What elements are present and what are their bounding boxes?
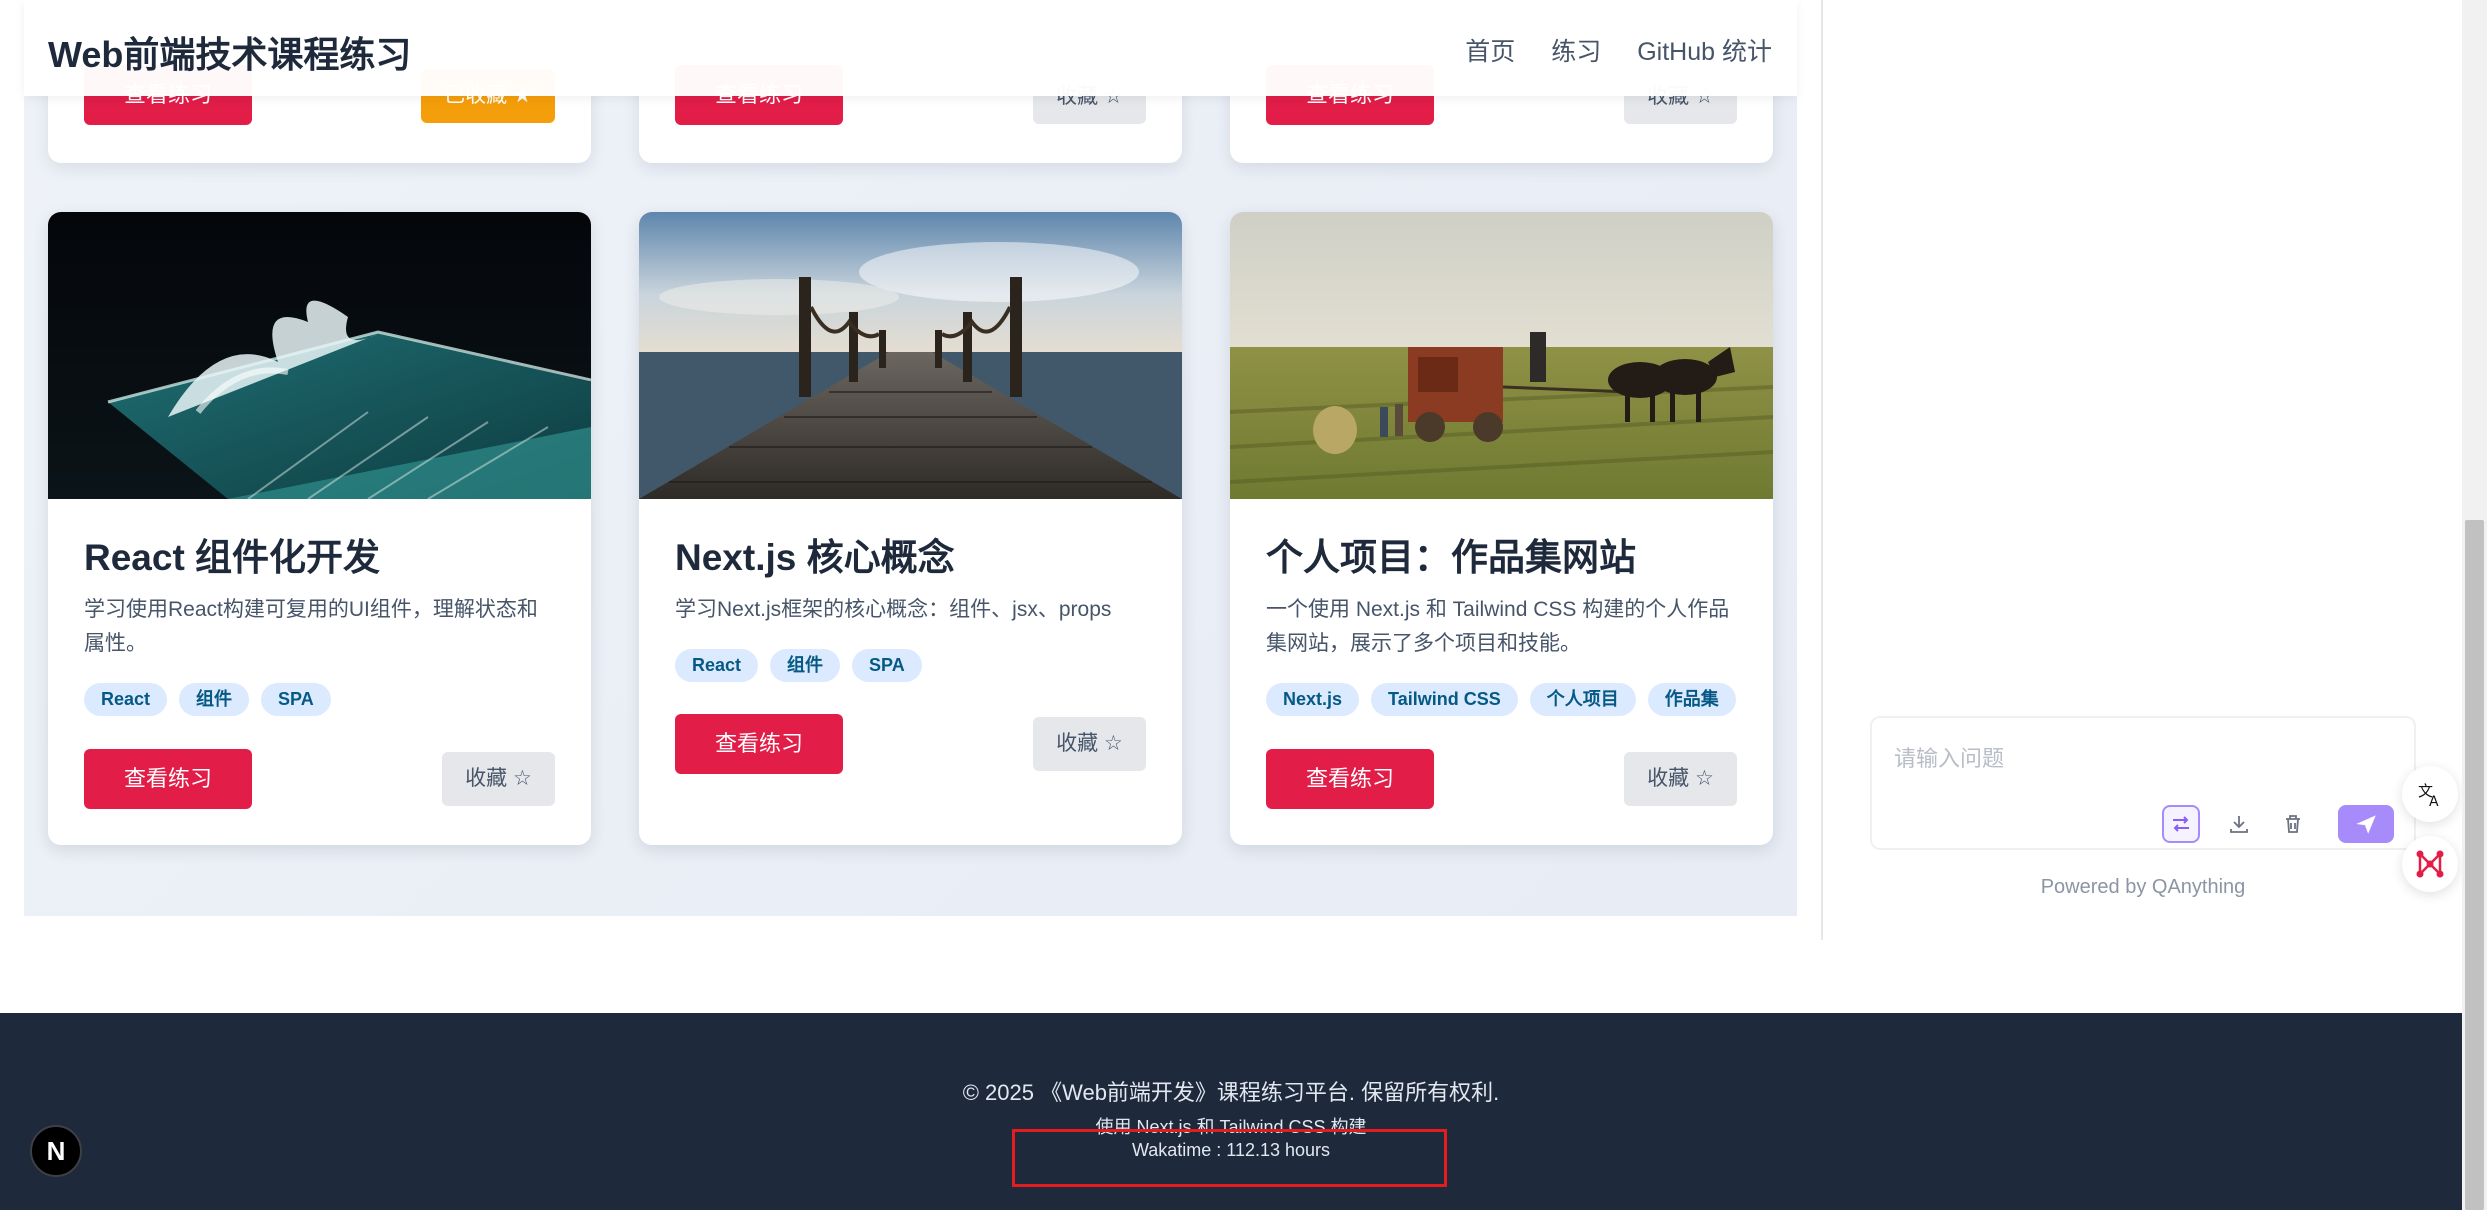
nav-link-exercises[interactable]: 练习: [1551, 32, 1601, 68]
nav-link-home[interactable]: 首页: [1465, 32, 1515, 68]
card-description: 一个使用 Next.js 和 Tailwind CSS 构建的个人作品集网站，展…: [1266, 598, 1730, 655]
highlight-box: [1012, 1129, 1447, 1187]
translate-icon[interactable]: 文A: [2402, 766, 2458, 822]
download-icon[interactable]: [2220, 805, 2258, 843]
tag: SPA: [852, 649, 922, 682]
copyright-text: © 2025 《Web前端开发》课程练习平台. 保留所有权利.: [962, 1080, 1500, 1105]
card-image-night-ocean-pool: [48, 212, 591, 499]
tag: 组件: [770, 649, 841, 682]
main-content: 查看练习 已收藏 ★ 查看练习 收藏 ☆ 查看练习 收藏 ☆: [24, 0, 1797, 916]
card-title: 个人项目：作品集网站: [1266, 537, 1636, 578]
tag-list: Next.js Tailwind CSS 个人项目 作品集: [1266, 683, 1737, 716]
tag: SPA: [261, 683, 331, 716]
favorite-button[interactable]: 收藏 ☆: [1624, 752, 1737, 806]
view-exercise-button[interactable]: 查看练习: [1266, 749, 1434, 809]
tag: Next.js: [1266, 683, 1360, 716]
tag-list: React 组件 SPA: [675, 649, 1146, 682]
panel-divider: [1821, 0, 1823, 940]
send-icon[interactable]: [2338, 805, 2394, 843]
tag: 组件: [179, 683, 250, 716]
site-title[interactable]: Web前端技术课程练习: [48, 26, 411, 78]
main-nav: 首页 练习 GitHub 统计: [1465, 32, 1772, 68]
tag: Tailwind CSS: [1371, 683, 1518, 716]
tag-list: React 组件 SPA: [84, 683, 555, 716]
site-footer: © 2025 《Web前端开发》课程练习平台. 保留所有权利. 使用 Next.…: [0, 1013, 2462, 1210]
view-exercise-button[interactable]: 查看练习: [84, 749, 252, 809]
trash-icon[interactable]: [2274, 805, 2312, 843]
nextjs-dev-badge[interactable]: N: [30, 1125, 82, 1177]
card-image-farm-harvest: [1230, 212, 1773, 499]
card-title: React 组件化开发: [84, 537, 381, 578]
favorite-button[interactable]: 收藏 ☆: [442, 752, 555, 806]
card-description: 学习Next.js框架的核心概念：组件、jsx、props: [675, 598, 1112, 621]
tag: 作品集: [1647, 683, 1736, 716]
tag: React: [675, 649, 759, 682]
qanything-logo-icon[interactable]: [2402, 836, 2458, 892]
exercise-card-react: React 组件化开发 学习使用React构建可复用的UI组件，理解状态和属性。…: [48, 212, 591, 845]
favorite-button[interactable]: 收藏 ☆: [1033, 717, 1146, 771]
svg-text:A: A: [2429, 794, 2439, 809]
exercise-card-portfolio: 个人项目：作品集网站 一个使用 Next.js 和 Tailwind CSS 构…: [1230, 212, 1773, 845]
page-scrollbar[interactable]: [2462, 0, 2487, 1210]
chat-input-box: [1870, 716, 2416, 850]
chat-question-input[interactable]: [1894, 746, 2374, 772]
powered-by-label: Powered by QAnything: [2040, 876, 2246, 898]
exercise-card-nextjs: Next.js 核心概念 学习Next.js框架的核心概念：组件、jsx、pro…: [639, 212, 1182, 845]
tag: React: [84, 683, 168, 716]
tag: 个人项目: [1529, 683, 1636, 716]
view-exercise-button[interactable]: 查看练习: [675, 714, 843, 774]
site-header: Web前端技术课程练习 首页 练习 GitHub 统计: [24, 0, 1797, 96]
card-image-wooden-pier: [639, 212, 1182, 499]
mode-switch-icon[interactable]: [2162, 805, 2200, 843]
scrollbar-thumb[interactable]: [2465, 520, 2484, 1210]
card-description: 学习使用React构建可复用的UI组件，理解状态和属性。: [84, 598, 538, 655]
nav-link-github-stats[interactable]: GitHub 统计: [1637, 32, 1772, 68]
card-title: Next.js 核心概念: [675, 537, 955, 578]
